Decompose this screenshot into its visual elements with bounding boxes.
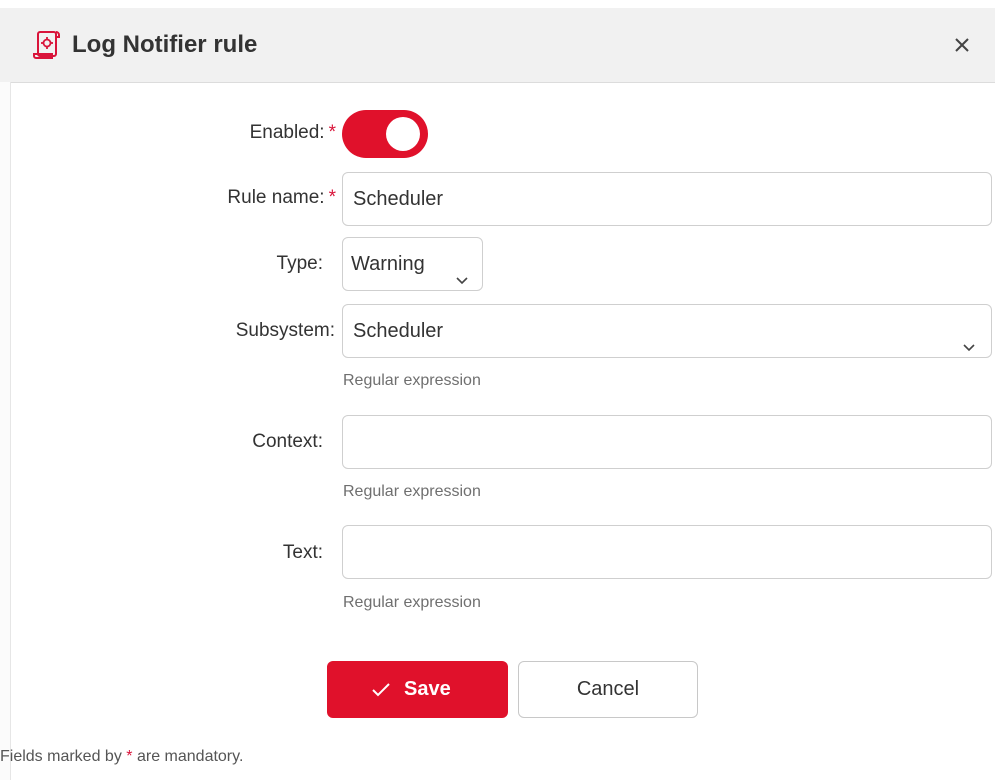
chevron-down-icon <box>454 256 470 285</box>
context-input[interactable] <box>342 415 992 469</box>
dialog-title: Log Notifier rule <box>72 31 258 58</box>
subsystem-select[interactable]: Scheduler <box>342 304 992 358</box>
required-mark: * <box>328 122 336 143</box>
note-text: Fields marked by <box>0 748 122 765</box>
type-label: Type: <box>276 253 323 274</box>
rule-name-label: Rule name: * <box>227 187 336 209</box>
subsystem-label: Subsystem: <box>235 320 335 341</box>
dialog-titlebar: Log Notifier rule <box>0 8 995 83</box>
subsystem-select-value: Scheduler <box>353 320 444 342</box>
close-icon[interactable] <box>947 30 977 60</box>
context-label: Context: <box>252 431 323 452</box>
required-mark: * <box>126 748 133 765</box>
scroll-gear-icon <box>30 28 64 62</box>
checkmark-icon <box>371 681 391 697</box>
enabled-toggle[interactable] <box>342 110 428 158</box>
required-mark: * <box>328 187 336 208</box>
type-select[interactable]: Warning <box>342 237 483 291</box>
rule-name-label-text: Rule name: <box>227 187 325 208</box>
cancel-button[interactable]: Cancel <box>518 661 698 718</box>
context-hint: Regular expression <box>343 483 481 500</box>
type-select-value: Warning <box>351 253 425 275</box>
dialog-body-edge <box>0 82 11 780</box>
save-button[interactable]: Save <box>327 661 508 718</box>
rule-name-input[interactable]: Scheduler <box>342 172 992 226</box>
toggle-knob <box>386 117 420 151</box>
note-text: are mandatory. <box>136 748 244 765</box>
text-hint: Regular expression <box>343 594 481 611</box>
enabled-label: Enabled: * <box>250 122 336 144</box>
text-label: Text: <box>282 542 323 563</box>
save-button-label: Save <box>404 678 451 700</box>
mandatory-fields-note: Fields marked by * are mandatory. <box>0 748 243 766</box>
subsystem-hint: Regular expression <box>343 372 481 389</box>
chevron-down-icon <box>961 323 977 352</box>
text-input[interactable] <box>342 525 992 579</box>
log-notifier-rule-dialog: Log Notifier rule Enabled: * Rule name: * … <box>0 0 995 780</box>
enabled-label-text: Enabled: <box>249 122 325 143</box>
